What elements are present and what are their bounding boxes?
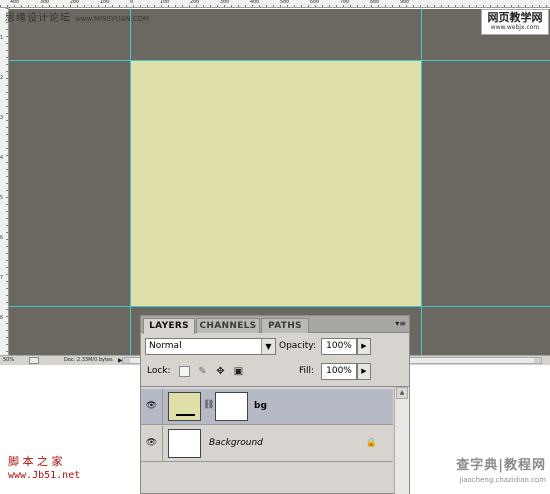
watermark-url: jiaocheng.chazidian.com bbox=[459, 476, 546, 484]
watermark-logo-top-right: 网页教学网 www.webjx.com bbox=[481, 9, 549, 35]
ruler-label: 300 bbox=[220, 0, 230, 5]
watermark-url: www.webjx.com bbox=[490, 24, 540, 31]
watermark-url: www.Jb51.net bbox=[8, 470, 81, 481]
watermark-bottom-left: 脚 本 之 家 www.Jb51.net bbox=[8, 455, 80, 483]
layers-list: 👁 ⛓ bg 👁 Background 🔒 ▲ bbox=[141, 386, 409, 494]
layer-thumbnail[interactable] bbox=[168, 429, 201, 458]
layer-row-bg[interactable]: 👁 ⛓ bg bbox=[141, 389, 393, 425]
layer-name[interactable]: bg bbox=[254, 389, 267, 424]
blend-mode-value: Normal bbox=[149, 341, 182, 351]
doc-size-info: Doc: 2.33M/0 bytes bbox=[64, 357, 113, 363]
lock-label: Lock: bbox=[147, 366, 171, 376]
link-chain-icon[interactable]: ⛓ bbox=[203, 400, 214, 410]
watermark-text: 脚 本 之 家 bbox=[8, 455, 63, 468]
ruler-label: 1 bbox=[0, 35, 4, 41]
ruler-label: 600 bbox=[310, 0, 320, 5]
ruler-label: 700 bbox=[340, 0, 350, 5]
layer-thumbnail[interactable] bbox=[168, 392, 201, 421]
watermark-url: www.MISSYUAN.COM bbox=[75, 15, 150, 23]
lock-transparency-icon[interactable] bbox=[179, 366, 190, 377]
fill-slider-button[interactable]: ▶ bbox=[357, 363, 371, 380]
blend-opacity-row: Normal ▼ Opacity: 100% ▶ bbox=[141, 334, 409, 358]
eye-icon[interactable]: 👁 bbox=[141, 389, 163, 424]
opacity-slider-button[interactable]: ▶ bbox=[357, 338, 371, 355]
ruler-label: 400 bbox=[250, 0, 260, 5]
chevron-down-icon[interactable]: ▼ bbox=[261, 339, 275, 354]
watermark-text: 查字典|教程网 bbox=[456, 458, 546, 473]
ruler-label: 5 bbox=[0, 195, 4, 201]
ruler-label: 200 bbox=[70, 0, 80, 5]
watermark-top-left: 思缘设计论坛 www.MISSYUAN.COM bbox=[5, 9, 149, 24]
tab-channels[interactable]: CHANNELS bbox=[196, 318, 260, 333]
layers-panel: LAYERS CHANNELS PATHS ▾≡ Normal ▼ Opacit… bbox=[140, 315, 410, 494]
tab-paths[interactable]: PATHS bbox=[261, 318, 309, 333]
ruler-label: 100 bbox=[160, 0, 170, 5]
ruler-label: 8 bbox=[0, 315, 4, 321]
layers-scrollbar[interactable]: ▲ bbox=[394, 387, 409, 494]
canvas-artboard[interactable] bbox=[130, 61, 421, 306]
horizontal-ruler[interactable]: 400 300 200 100 0 100 200 300 400 500 60… bbox=[0, 0, 550, 8]
lock-icon: 🔒 bbox=[365, 438, 377, 448]
scroll-right-button[interactable] bbox=[534, 358, 541, 363]
blend-mode-select[interactable]: Normal ▼ bbox=[145, 338, 276, 355]
ruler-label: 800 bbox=[370, 0, 380, 5]
ruler-label: 7 bbox=[0, 275, 4, 281]
ruler-label: 400 bbox=[10, 0, 20, 5]
tab-layers[interactable]: LAYERS bbox=[143, 318, 195, 334]
ruler-label: 6 bbox=[0, 235, 4, 241]
ruler-label: 200 bbox=[190, 0, 200, 5]
layer-mask-thumbnail[interactable] bbox=[215, 392, 248, 421]
lock-brush-icon[interactable]: ✎ bbox=[197, 366, 208, 377]
scroll-up-button[interactable]: ▲ bbox=[396, 387, 408, 399]
watermark-text: 思缘设计论坛 bbox=[5, 13, 71, 24]
ruler-label: 900 bbox=[400, 0, 410, 5]
opacity-field[interactable]: 100% bbox=[321, 338, 357, 355]
lock-position-icon[interactable]: ✥ bbox=[215, 366, 226, 377]
guide-horizontal[interactable] bbox=[9, 60, 550, 61]
panel-menu-icon[interactable]: ▾≡ bbox=[395, 319, 406, 329]
vertical-ruler[interactable]: 1 2 3 4 5 6 7 8 bbox=[0, 8, 9, 355]
fill-label: Fill: bbox=[299, 366, 315, 376]
ruler-label: 0 bbox=[130, 0, 134, 5]
ruler-label: 300 bbox=[40, 0, 50, 5]
layer-row-background[interactable]: 👁 Background 🔒 bbox=[141, 426, 393, 462]
guide-horizontal[interactable] bbox=[9, 306, 550, 307]
status-toggle-button[interactable] bbox=[29, 357, 39, 364]
lock-fill-row: Lock: ✎ ✥ ▣ Fill: 100% ▶ bbox=[141, 359, 409, 383]
document-window: 400 300 200 100 0 100 200 300 400 500 60… bbox=[0, 0, 550, 365]
panel-tab-bar: LAYERS CHANNELS PATHS ▾≡ bbox=[141, 316, 409, 334]
fill-field[interactable]: 100% bbox=[321, 363, 357, 380]
opacity-label: Opacity: bbox=[279, 341, 316, 351]
eye-icon[interactable]: 👁 bbox=[141, 426, 163, 461]
watermark-bottom-right: 查字典|教程网 jiaocheng.chazidian.com bbox=[456, 458, 546, 488]
scroll-left-button[interactable] bbox=[123, 358, 130, 363]
zoom-level[interactable]: 50% bbox=[3, 356, 14, 365]
ruler-label: 2 bbox=[0, 75, 4, 81]
ruler-label: 4 bbox=[0, 155, 4, 161]
ruler-label: 3 bbox=[0, 115, 4, 121]
ruler-label: 100 bbox=[100, 0, 110, 5]
ruler-label: 500 bbox=[280, 0, 290, 5]
layer-name[interactable]: Background bbox=[209, 426, 263, 461]
lock-all-icon[interactable]: ▣ bbox=[233, 366, 244, 377]
watermark-text: 网页教学网 bbox=[487, 11, 543, 24]
